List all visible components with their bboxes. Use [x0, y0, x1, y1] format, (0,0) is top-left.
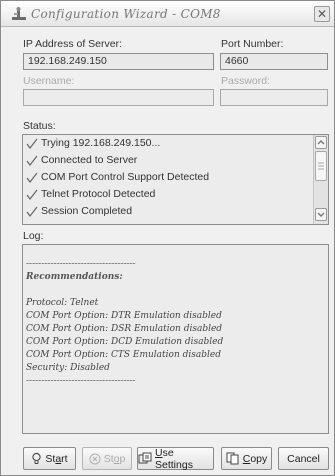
copy-icon — [226, 452, 239, 465]
status-line: Connected to Server — [23, 153, 313, 168]
bulb-icon — [32, 452, 42, 464]
ip-address-field[interactable]: 192.168.249.150 — [23, 53, 214, 70]
status-line: COM Port Control Support Detected — [23, 170, 313, 185]
configuration-wizard-window: Configuration Wizard - COM8 ✕ IP Address… — [0, 0, 335, 476]
check-icon — [26, 206, 38, 217]
chevron-up-icon[interactable] — [316, 137, 326, 148]
copy-button[interactable]: Copy — [221, 447, 272, 470]
log-line: COM Port Option: DTR Emulation disabled — [26, 311, 222, 321]
status-list[interactable]: Trying 192.168.249.150... Connected to S… — [22, 134, 329, 225]
scroll-thumb[interactable] — [315, 151, 327, 181]
log-line: COM Port Option: DSR Emulation disabled — [26, 324, 223, 334]
status-scrollbar[interactable] — [313, 135, 328, 224]
use-settings-button[interactable]: Use Settings — [137, 447, 214, 471]
start-button[interactable]: Start — [23, 447, 76, 470]
log-line: Security: Disabled — [26, 363, 110, 373]
log-line: Recommendations: — [26, 272, 123, 282]
port-number-field[interactable]: 4660 — [220, 53, 328, 70]
username-field[interactable] — [23, 89, 214, 106]
start-button-label[interactable]: Start — [45, 453, 67, 465]
close-button[interactable]: ✕ — [314, 6, 330, 22]
chevron-down-icon[interactable] — [316, 209, 326, 220]
status-line: Trying 192.168.249.150... — [23, 136, 313, 151]
grip-icon — [318, 162, 324, 170]
close-icon[interactable]: ✕ — [317, 7, 327, 21]
status-label: Status: — [23, 120, 56, 132]
check-icon — [26, 138, 38, 149]
log-line: ------------------------------------ — [26, 376, 136, 386]
window-title: Configuration Wizard - COM8 — [31, 7, 221, 21]
stop-icon — [89, 453, 101, 464]
scroll-up-button[interactable] — [315, 136, 327, 149]
settings-icon — [138, 452, 152, 464]
cancel-button-label[interactable]: Cancel — [287, 453, 320, 465]
check-icon — [26, 155, 38, 166]
password-field[interactable] — [220, 89, 328, 106]
use-settings-button-label[interactable]: Use Settings — [155, 447, 213, 471]
log-line: ------------------------------------ — [26, 259, 136, 269]
status-line: Telnet Protocol Detected — [23, 187, 313, 202]
log-line: COM Port Option: CTS Emulation disabled — [26, 350, 221, 360]
log-line: Protocol: Telnet — [26, 298, 99, 308]
log-text-area[interactable]: ------------------------------------ Rec… — [22, 244, 329, 434]
cancel-button[interactable]: Cancel — [278, 447, 329, 470]
check-icon — [26, 172, 38, 183]
ip-address-label: IP Address of Server: — [23, 38, 123, 50]
password-label: Password: — [221, 75, 271, 87]
log-label: Log: — [23, 230, 44, 242]
stop-button-label[interactable]: Stop — [104, 453, 126, 465]
copy-button-label[interactable]: Copy — [243, 453, 268, 465]
wizard-app-icon — [12, 7, 26, 20]
title-bar[interactable]: Configuration Wizard - COM8 ✕ — [1, 1, 334, 27]
port-number-label: Port Number: — [221, 38, 284, 50]
username-label: Username: — [23, 75, 75, 87]
check-icon — [26, 189, 38, 200]
log-line: COM Port Option: DCD Emulation disabled — [26, 337, 224, 347]
stop-button[interactable]: Stop — [82, 447, 132, 470]
scroll-down-button[interactable] — [315, 208, 327, 221]
status-line: Session Completed — [23, 204, 313, 219]
